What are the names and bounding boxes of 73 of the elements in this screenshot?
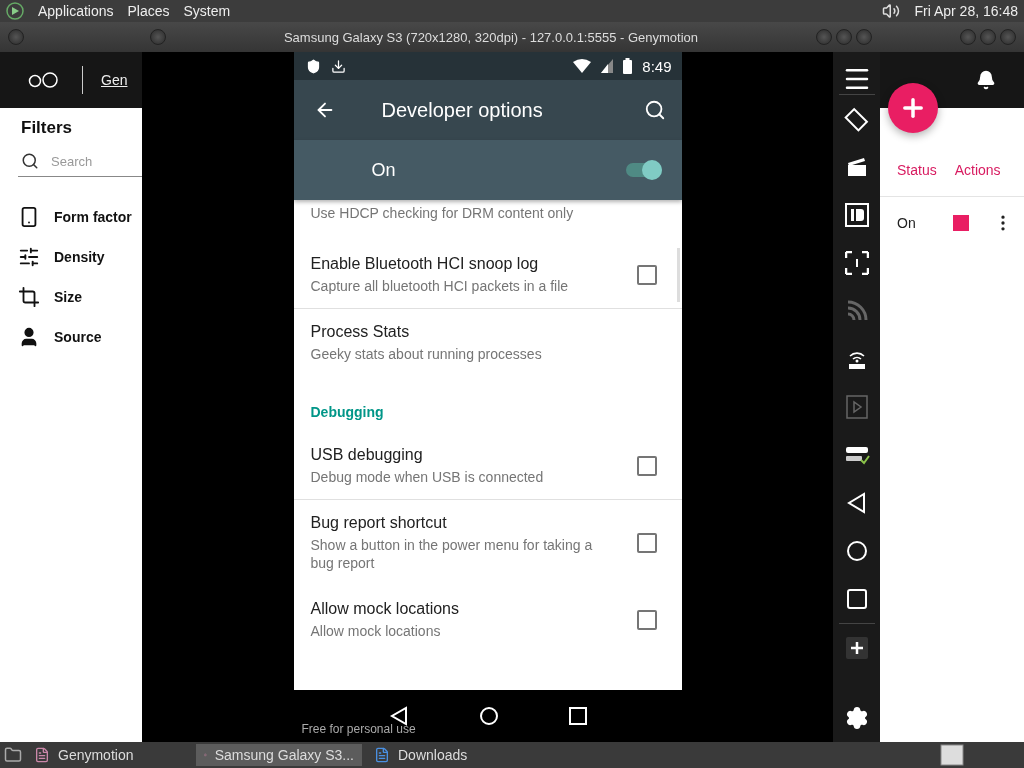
panel-menu[interactable]: Applications (38, 3, 114, 19)
logo-icon (28, 72, 60, 88)
filters-title: Filters (21, 118, 74, 138)
item-subtitle: Geeky stats about running processes (310, 345, 543, 364)
settings-item[interactable]: USB debugging Debug mode when USB is connected (293, 431, 682, 500)
checkbox[interactable] (636, 265, 657, 286)
rotate-icon[interactable] (843, 106, 870, 132)
wifi-icon (573, 59, 592, 73)
screen-title: Developer options (381, 98, 544, 122)
taskbar-button[interactable]: Genymotion (26, 744, 192, 766)
sliders-icon (18, 246, 40, 268)
scale-icon[interactable] (844, 251, 869, 275)
checkbox[interactable] (636, 532, 657, 553)
shield-icon (305, 58, 321, 74)
filter-item[interactable]: Source (54, 329, 102, 345)
battery-icon (623, 58, 633, 74)
settings-item[interactable]: Use HDCP checking for DRM content only (293, 200, 682, 242)
panel-menu[interactable]: Places (127, 3, 170, 19)
home-icon[interactable] (845, 540, 868, 562)
window-title: Samsung Galaxy S3 (720x1280, 320dpi) - 127.0.0.1:5555 - Genymotion (282, 29, 700, 45)
item-subtitle: Show a button in the power menu for taking a bug report (310, 535, 594, 573)
checkbox[interactable] (636, 610, 657, 631)
status-time: 8:49 (642, 57, 672, 75)
apps-icon[interactable] (843, 445, 870, 465)
menu-logo-icon[interactable] (6, 2, 24, 20)
item-title: Bug report shortcut (310, 513, 448, 532)
column-header[interactable]: Actions (954, 162, 1001, 178)
item-subtitle: Capture all bluetooth HCI packets in a file (310, 277, 570, 296)
id-icon[interactable] (844, 203, 869, 227)
signal-icon (601, 59, 614, 73)
item-title: Process Stats (310, 323, 411, 342)
settings-item[interactable]: Allow mock locations Allow mock locations (293, 586, 682, 655)
item-title: Enable Bluetooth HCI snoop log (310, 255, 540, 274)
clapperboard-icon[interactable] (845, 156, 868, 178)
bell-icon[interactable] (976, 70, 996, 90)
section-header: Debugging (309, 402, 385, 422)
status-cell-text: On (897, 215, 917, 231)
signal-strength-icon[interactable] (845, 300, 868, 322)
workspace-icon[interactable] (940, 744, 964, 766)
search-icon (21, 152, 39, 170)
add-icon[interactable] (845, 637, 868, 659)
nav-link[interactable]: Gen (101, 72, 128, 88)
back-icon[interactable] (846, 492, 867, 514)
filter-item[interactable]: Density (54, 249, 105, 265)
back-icon[interactable] (388, 706, 409, 726)
item-subtitle: Allow mock locations (310, 622, 442, 641)
filter-item[interactable]: Size (54, 289, 82, 305)
switch-label: On (371, 159, 397, 181)
download-icon (330, 58, 346, 74)
item-title: USB debugging (310, 445, 424, 464)
settings-item[interactable]: Process Stats Geeky stats about running processes (293, 309, 682, 378)
item-subtitle: Debug mode when USB is connected (310, 467, 545, 486)
recents-icon[interactable] (846, 589, 867, 609)
settings-icon[interactable] (844, 706, 869, 730)
taskbar-button[interactable]: Samsung Galaxy S3... (196, 744, 362, 766)
home-icon[interactable] (478, 706, 499, 726)
clock: Fri Apr 28, 16:48 (914, 3, 1018, 19)
toggle-switch[interactable] (625, 163, 662, 177)
filter-item[interactable]: Form factor (54, 209, 132, 225)
search-icon[interactable] (643, 99, 666, 121)
recents-icon[interactable] (568, 707, 587, 725)
volume-icon[interactable] (882, 2, 901, 20)
settings-item[interactable]: Bug report shortcut Show a button in the power menu for taking a bug report (293, 499, 682, 587)
item-subtitle: Use HDCP checking for DRM content only (310, 204, 575, 223)
license-note: Free for personal use (301, 722, 416, 736)
panel-menu[interactable]: System (183, 3, 231, 19)
column-header[interactable]: Status (897, 162, 937, 178)
item-title: Allow mock locations (310, 600, 460, 619)
checkbox[interactable] (636, 455, 657, 476)
desktop-icon[interactable] (4, 746, 22, 764)
video-icon[interactable] (845, 395, 868, 419)
crop-icon (18, 286, 40, 308)
taskbar-button[interactable]: Downloads (366, 744, 532, 766)
